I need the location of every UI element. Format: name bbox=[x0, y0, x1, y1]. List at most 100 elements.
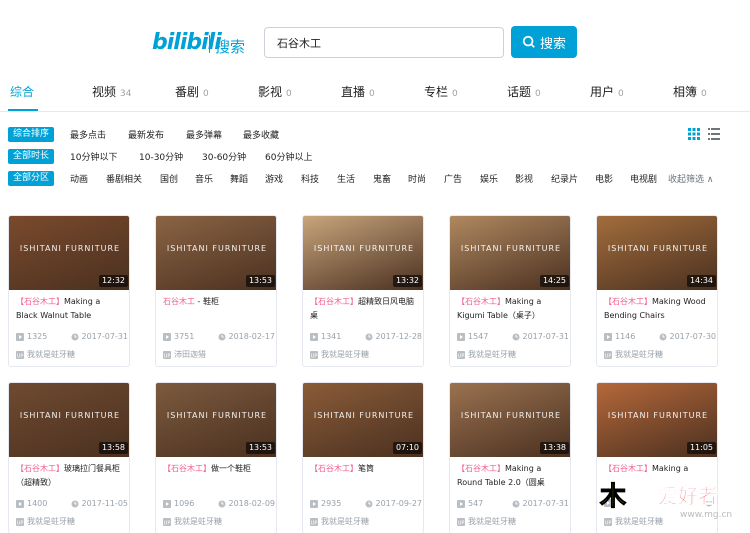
duration-filter-active[interactable]: 全部时长 bbox=[8, 149, 55, 164]
play-count-icon bbox=[604, 332, 612, 341]
video-uploader[interactable]: UP 我就是蛀牙糖 bbox=[16, 516, 75, 527]
play-count: 1400 bbox=[16, 499, 47, 508]
search-input[interactable] bbox=[264, 27, 504, 58]
tab-topic[interactable]: 话题 0 bbox=[507, 83, 541, 100]
video-title-keyword: 【石谷木工】 bbox=[457, 297, 505, 306]
play-count-icon bbox=[16, 499, 24, 508]
duration-10-30[interactable]: 10-30分钟 bbox=[139, 150, 183, 163]
grid-view-icon[interactable] bbox=[688, 128, 700, 140]
video-meta: 1547 2017-07-31 bbox=[457, 332, 569, 341]
category-bangumi[interactable]: 番剧相关 bbox=[106, 172, 142, 185]
video-card[interactable]: ISHITANI FURNITURE 07:10 【石谷木工】笔筒 2935 2017-… bbox=[302, 382, 424, 533]
tab-bangumi[interactable]: 番剧 0 bbox=[175, 83, 209, 100]
video-duration: 14:34 bbox=[686, 275, 716, 287]
category-entertainment[interactable]: 娱乐 bbox=[480, 172, 498, 185]
tab-album[interactable]: 相簿 0 bbox=[673, 83, 707, 100]
category-fashion[interactable]: 时尚 bbox=[408, 172, 426, 185]
video-title[interactable]: 【石谷木工】玻璃拉门餐具柜（超精致） bbox=[16, 462, 124, 490]
svg-text:UP: UP bbox=[164, 353, 171, 359]
sort-newest[interactable]: 最新发布 bbox=[128, 128, 164, 141]
video-title[interactable]: 【石谷木工】做一个鞋柜 bbox=[163, 462, 271, 490]
thumbnail-brand-text: ISHITANI FURNITURE bbox=[460, 411, 562, 420]
category-movie[interactable]: 电影 bbox=[595, 172, 613, 185]
category-game[interactable]: 游戏 bbox=[265, 172, 283, 185]
date-icon bbox=[365, 500, 372, 507]
video-thumbnail[interactable]: ISHITANI FURNITURE 13:58 bbox=[9, 383, 129, 457]
video-meta: 1400 2017-11-05 bbox=[16, 499, 128, 508]
tab-live[interactable]: 直播 0 bbox=[341, 83, 375, 100]
video-card[interactable]: ISHITANI FURNITURE 14:25 【石谷木工】Making a Ki… bbox=[449, 215, 571, 367]
duration-30-60[interactable]: 30-60分钟 bbox=[202, 150, 246, 163]
video-thumbnail[interactable]: ISHITANI FURNITURE 13:38 bbox=[450, 383, 570, 457]
video-thumbnail[interactable]: ISHITANI FURNITURE 14:25 bbox=[450, 216, 570, 290]
search-button[interactable]: 搜索 bbox=[511, 26, 577, 58]
video-card[interactable]: ISHITANI FURNITURE 13:53 石谷木工 - 鞋柜 3751 2018… bbox=[155, 215, 277, 367]
category-film[interactable]: 影视 bbox=[515, 172, 533, 185]
uploader-icon: UP bbox=[16, 517, 24, 526]
video-uploader[interactable]: UP 我就是蛀牙糖 bbox=[457, 349, 516, 360]
list-view-icon[interactable] bbox=[708, 128, 720, 140]
duration-under-10[interactable]: 10分钟以下 bbox=[70, 150, 117, 163]
video-duration: 13:38 bbox=[539, 442, 569, 454]
video-thumbnail[interactable]: ISHITANI FURNITURE 13:53 bbox=[156, 216, 276, 290]
video-uploader[interactable]: UP 我就是蛀牙糖 bbox=[163, 516, 222, 527]
category-animation[interactable]: 动画 bbox=[70, 172, 88, 185]
category-life[interactable]: 生活 bbox=[337, 172, 355, 185]
video-title-text: Making a bbox=[652, 464, 689, 473]
video-title[interactable]: 【石谷木工】Making Wood Bending Chairs bbox=[604, 295, 712, 323]
video-title[interactable]: 【石谷木工】Making a Round Table 2.0（圆桌 bbox=[457, 462, 565, 490]
video-card[interactable]: ISHITANI FURNITURE 13:32 【石谷木工】超精致日风电脑桌 134… bbox=[302, 215, 424, 367]
category-documentary[interactable]: 纪录片 bbox=[551, 172, 578, 185]
video-thumbnail[interactable]: ISHITANI FURNITURE 07:10 bbox=[303, 383, 423, 457]
video-uploader[interactable]: UP 沛田迦猎 bbox=[163, 349, 206, 360]
video-duration: 07:10 bbox=[392, 442, 422, 454]
collapse-filters-button[interactable]: 收起筛选 ∧ bbox=[668, 172, 713, 185]
tab-film[interactable]: 影视 0 bbox=[258, 83, 292, 100]
video-thumbnail[interactable]: ISHITANI FURNITURE 11:05 bbox=[597, 383, 717, 457]
sort-most-favorites[interactable]: 最多收藏 bbox=[243, 128, 279, 141]
video-uploader[interactable]: UP 我就是蛀牙糖 bbox=[457, 516, 516, 527]
category-tv[interactable]: 电视剧 bbox=[630, 172, 657, 185]
video-title[interactable]: 【石谷木工】Making a Kigumi Table（桌子） bbox=[457, 295, 565, 323]
video-title[interactable]: 【石谷木工】笔筒 bbox=[310, 462, 418, 490]
publish-date: 2018-02-17 bbox=[218, 332, 275, 341]
video-thumbnail[interactable]: ISHITANI FURNITURE 13:53 bbox=[156, 383, 276, 457]
tab-article[interactable]: 专栏 0 bbox=[424, 83, 458, 100]
video-card[interactable]: ISHITANI FURNITURE 13:38 【石谷木工】Making a Ro… bbox=[449, 382, 571, 533]
video-uploader[interactable]: UP 我就是蛀牙糖 bbox=[604, 516, 663, 527]
video-title[interactable]: 石谷木工 - 鞋柜 bbox=[163, 295, 271, 323]
category-guochuang[interactable]: 国创 bbox=[160, 172, 178, 185]
video-uploader[interactable]: UP 我就是蛀牙糖 bbox=[310, 516, 369, 527]
duration-over-60[interactable]: 60分钟以上 bbox=[265, 150, 312, 163]
video-uploader[interactable]: UP 我就是蛀牙糖 bbox=[16, 349, 75, 360]
category-tech[interactable]: 科技 bbox=[301, 172, 319, 185]
video-thumbnail[interactable]: ISHITANI FURNITURE 13:32 bbox=[303, 216, 423, 290]
category-ad[interactable]: 广告 bbox=[444, 172, 462, 185]
category-music[interactable]: 音乐 bbox=[195, 172, 213, 185]
category-filter-active[interactable]: 全部分区 bbox=[8, 171, 55, 186]
video-title[interactable]: 【石谷木工】超精致日风电脑桌 bbox=[310, 295, 418, 323]
tab-user[interactable]: 用户 0 bbox=[590, 83, 624, 100]
sort-most-danmaku[interactable]: 最多弹幕 bbox=[186, 128, 222, 141]
video-card[interactable]: ISHITANI FURNITURE 14:34 【石谷木工】Making Wood… bbox=[596, 215, 718, 367]
play-count: 2935 bbox=[310, 499, 341, 508]
bilibili-logo[interactable]: bilibili bbox=[152, 30, 222, 55]
video-title-keyword: 【石谷木工】 bbox=[604, 464, 652, 473]
video-thumbnail[interactable]: ISHITANI FURNITURE 12:32 bbox=[9, 216, 129, 290]
sort-filter-active[interactable]: 综合排序 bbox=[8, 127, 55, 142]
thumbnail-brand-text: ISHITANI FURNITURE bbox=[607, 244, 709, 253]
video-uploader[interactable]: UP 我就是蛀牙糖 bbox=[310, 349, 369, 360]
category-dance[interactable]: 舞蹈 bbox=[230, 172, 248, 185]
tab-video[interactable]: 视频 34 bbox=[92, 83, 131, 100]
tab-all[interactable]: 综合 bbox=[10, 83, 34, 100]
category-kichiku[interactable]: 鬼畜 bbox=[373, 172, 391, 185]
date-icon bbox=[71, 500, 78, 507]
video-duration: 12:32 bbox=[98, 275, 128, 287]
video-uploader[interactable]: UP 我就是蛀牙糖 bbox=[604, 349, 663, 360]
video-card[interactable]: ISHITANI FURNITURE 13:58 【石谷木工】玻璃拉门餐具柜（超精致… bbox=[8, 382, 130, 533]
video-title[interactable]: 【石谷木工】Making a Black Walnut Table bbox=[16, 295, 124, 323]
video-card[interactable]: ISHITANI FURNITURE 13:53 【石谷木工】做一个鞋柜 1096 20… bbox=[155, 382, 277, 533]
sort-most-clicks[interactable]: 最多点击 bbox=[70, 128, 106, 141]
video-card[interactable]: ISHITANI FURNITURE 12:32 【石谷木工】Making a Bl… bbox=[8, 215, 130, 367]
video-thumbnail[interactable]: ISHITANI FURNITURE 14:34 bbox=[597, 216, 717, 290]
